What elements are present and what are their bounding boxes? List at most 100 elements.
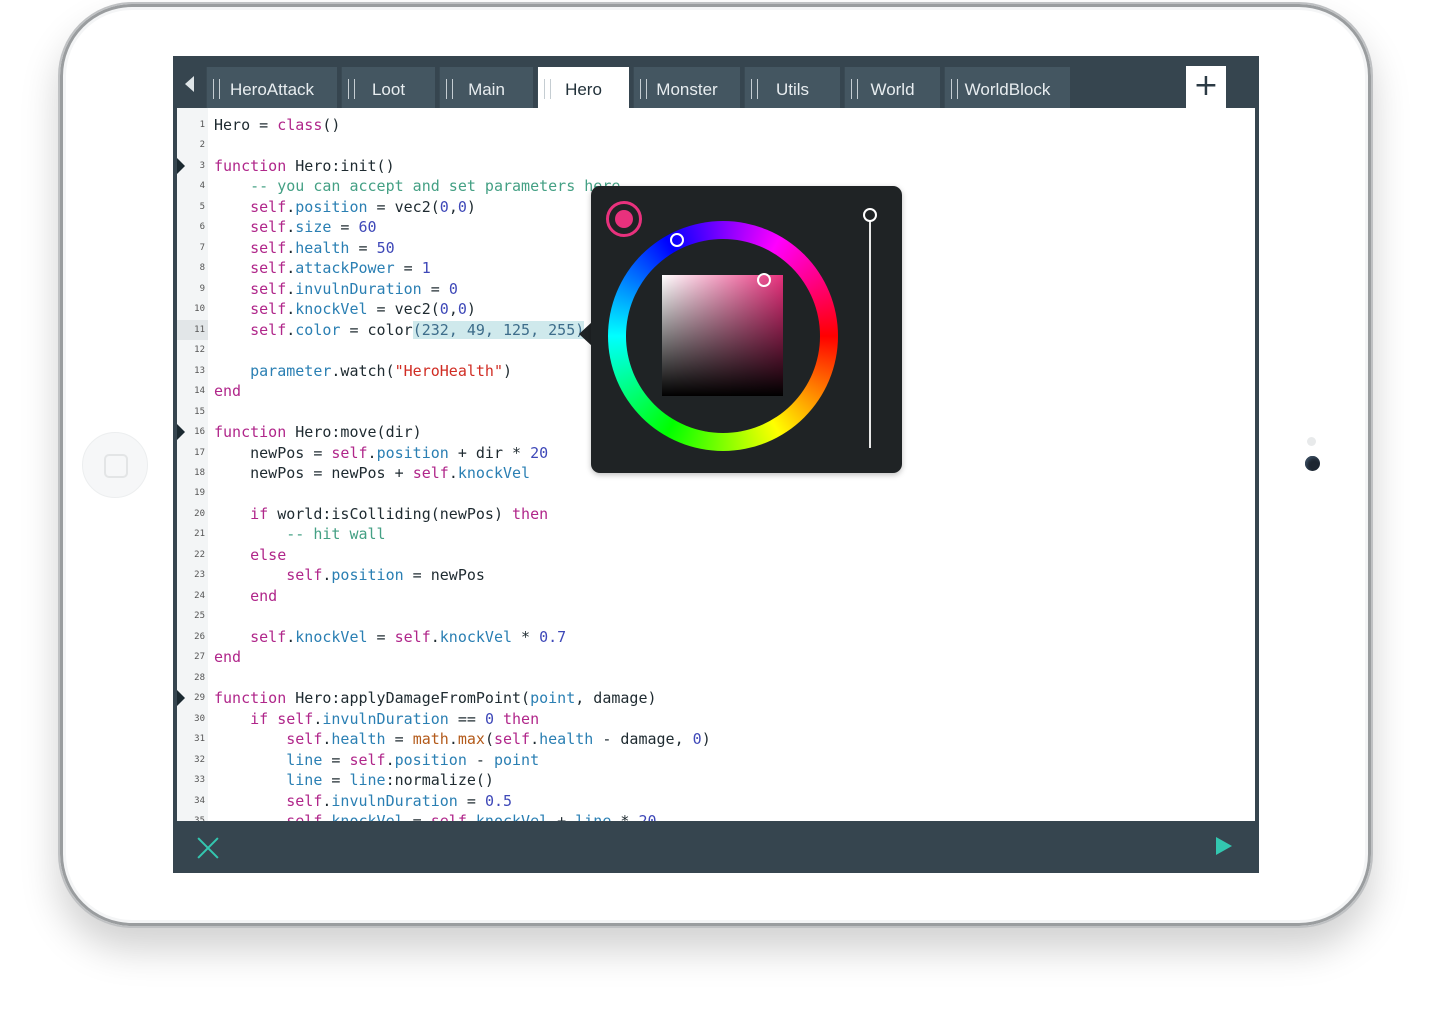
code-line[interactable]: 31 self.health = math.max(self.health - …: [177, 729, 1255, 749]
hue-handle[interactable]: [670, 233, 684, 247]
code-token: function: [214, 423, 287, 442]
code-token: self: [412, 463, 449, 482]
tab-drag-handle[interactable]: [951, 79, 958, 99]
line-number: 4: [199, 181, 205, 192]
code-line[interactable]: 3 function Hero:init(): [177, 156, 1255, 176]
code-token: ): [466, 197, 476, 216]
code-line[interactable]: 20 if world:isColliding(newPos) then: [177, 504, 1255, 524]
code-token: self: [394, 627, 431, 646]
code-line[interactable]: 1 Hero = class(): [177, 115, 1255, 135]
selected-color-swatch[interactable]: [606, 201, 642, 237]
code-text: end: [214, 381, 241, 401]
code-line[interactable]: 26 self.knockVel = self.knockVel * 0.7: [177, 627, 1255, 647]
code-token: math: [412, 730, 449, 749]
tab-drag-handle[interactable]: [544, 79, 551, 99]
code-line[interactable]: 21 -- hit wall: [177, 524, 1255, 544]
add-tab-button[interactable]: +: [1186, 66, 1226, 108]
code-line[interactable]: 33 line = line:normalize(): [177, 770, 1255, 790]
play-icon[interactable]: [1216, 837, 1232, 855]
tab-main[interactable]: Main: [439, 67, 533, 108]
color-picker-popover: [591, 186, 902, 473]
code-text: line = self.position - point: [214, 750, 539, 770]
line-number: 18: [194, 467, 205, 478]
code-line[interactable]: 2: [177, 135, 1255, 155]
code-token: =: [322, 750, 350, 769]
saturation-brightness-square[interactable]: [662, 275, 783, 396]
code-line[interactable]: 19: [177, 483, 1255, 503]
line-number: 34: [194, 795, 205, 806]
tab-heroattack[interactable]: HeroAttack: [206, 67, 337, 108]
home-button[interactable]: [82, 432, 148, 498]
code-token: position: [376, 443, 449, 462]
code-token: , damage): [575, 689, 657, 708]
scroll-tabs-left-icon[interactable]: [185, 76, 194, 92]
tab-utils[interactable]: Utils: [744, 67, 840, 108]
code-token: max: [457, 730, 485, 749]
line-number: 29: [194, 693, 205, 704]
tab-world[interactable]: World: [844, 67, 940, 108]
code-line[interactable]: 30 if self.invulnDuration == 0 then: [177, 709, 1255, 729]
tab-drag-handle[interactable]: [213, 79, 220, 99]
bottom-toolbar: [173, 821, 1259, 873]
code-line[interactable]: 32 line = self.position - point: [177, 750, 1255, 770]
alpha-slider-handle[interactable]: [863, 208, 877, 222]
tab-worldblock[interactable]: WorldBlock: [944, 67, 1070, 108]
line-number: 17: [194, 447, 205, 458]
code-token: +: [548, 811, 576, 821]
code-token: Hero:move(dir): [286, 423, 422, 442]
code-token: .: [448, 730, 458, 749]
tab-hero[interactable]: Hero: [537, 67, 629, 108]
code-token: 0: [439, 197, 449, 216]
saturation-handle[interactable]: [757, 273, 771, 287]
code-token: =: [349, 238, 377, 257]
code-line[interactable]: 22 else: [177, 545, 1255, 565]
code-line[interactable]: 35 self.knockVel = self.knockVel + line …: [177, 811, 1255, 821]
code-token: 60: [358, 218, 377, 237]
code-text: self.position = newPos: [214, 565, 485, 585]
code-text: end: [214, 647, 241, 667]
alpha-slider-track[interactable]: [869, 220, 871, 448]
line-number: 35: [194, 815, 205, 821]
front-camera: [1305, 456, 1320, 471]
code-text: self.attackPower = 1: [214, 258, 431, 278]
line-number: 30: [194, 713, 205, 724]
code-token: =: [322, 771, 350, 790]
code-token: =: [403, 811, 431, 821]
code-token: self: [250, 259, 287, 278]
code-token: self: [286, 811, 323, 821]
line-number: 16: [194, 427, 205, 438]
code-text: function Hero:move(dir): [214, 422, 422, 442]
code-line[interactable]: 25: [177, 606, 1255, 626]
tab-monster[interactable]: Monster: [633, 67, 740, 108]
code-token: - damage,: [593, 730, 693, 749]
tab-drag-handle[interactable]: [446, 79, 453, 99]
code-line[interactable]: 34 self.invulnDuration = 0.5: [177, 791, 1255, 811]
tab-label: Hero: [565, 80, 602, 99]
tab-label: Main: [468, 80, 505, 99]
tab-drag-handle[interactable]: [348, 79, 355, 99]
code-line[interactable]: 24 end: [177, 586, 1255, 606]
code-text: self.position = vec2(0,0): [214, 197, 476, 217]
code-token: else: [250, 545, 287, 564]
tab-drag-handle[interactable]: [851, 79, 858, 99]
tab-drag-handle[interactable]: [640, 79, 647, 99]
code-line[interactable]: 23 self.position = newPos: [177, 565, 1255, 585]
close-icon[interactable]: [197, 837, 219, 859]
code-token: class: [277, 116, 323, 134]
code-line[interactable]: 28: [177, 668, 1255, 688]
tab-drag-handle[interactable]: [751, 79, 758, 99]
code-token: =: [367, 627, 395, 646]
code-token: invulnDuration: [322, 709, 449, 728]
code-token: knockVel: [457, 463, 531, 482]
code-text: self.health = math.max(self.health - dam…: [214, 729, 710, 749]
code-token: end: [250, 586, 278, 605]
tab-loot[interactable]: Loot: [341, 67, 435, 108]
code-line[interactable]: 29 function Hero:applyDamageFromPoint(poi…: [177, 688, 1255, 708]
code-line[interactable]: 27 end: [177, 647, 1255, 667]
tab-label: WorldBlock: [964, 80, 1051, 99]
